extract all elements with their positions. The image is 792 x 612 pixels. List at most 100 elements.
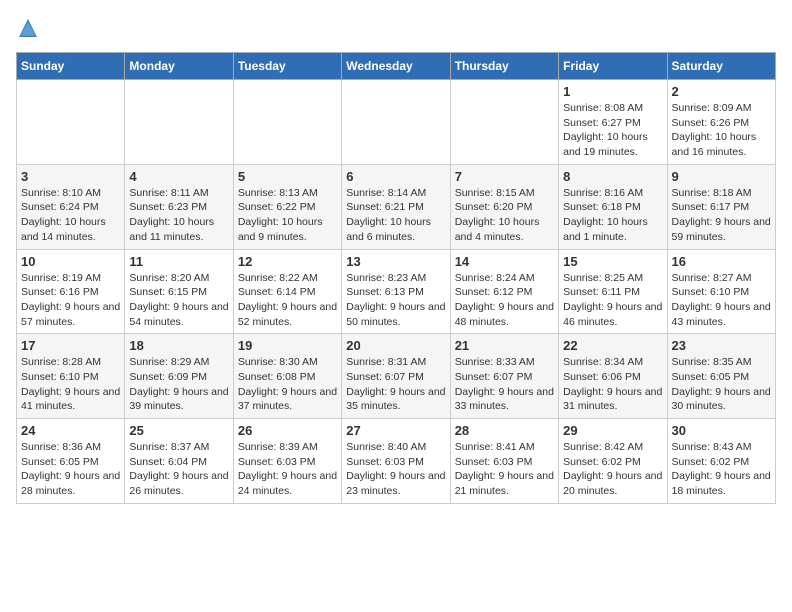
day-number: 25 <box>129 423 228 438</box>
day-number: 28 <box>455 423 554 438</box>
calendar-cell: 6 Sunrise: 8:14 AM Sunset: 6:21 PM Daylig… <box>342 164 450 249</box>
days-of-week-row: SundayMondayTuesdayWednesdayThursdayFrid… <box>17 53 776 80</box>
calendar-week-row: 3 Sunrise: 8:10 AM Sunset: 6:24 PM Daylig… <box>17 164 776 249</box>
calendar-cell: 18 Sunrise: 8:29 AM Sunset: 6:09 PM Dayli… <box>125 334 233 419</box>
calendar: SundayMondayTuesdayWednesdayThursdayFrid… <box>16 52 776 504</box>
day-info: Sunrise: 8:16 AM Sunset: 6:18 PM Dayligh… <box>563 186 662 245</box>
day-info: Sunrise: 8:28 AM Sunset: 6:10 PM Dayligh… <box>21 355 120 414</box>
dow-header: Thursday <box>450 53 558 80</box>
day-number: 22 <box>563 338 662 353</box>
calendar-cell: 11 Sunrise: 8:20 AM Sunset: 6:15 PM Dayli… <box>125 249 233 334</box>
day-info: Sunrise: 8:15 AM Sunset: 6:20 PM Dayligh… <box>455 186 554 245</box>
day-info: Sunrise: 8:37 AM Sunset: 6:04 PM Dayligh… <box>129 440 228 499</box>
day-number: 11 <box>129 254 228 269</box>
day-info: Sunrise: 8:33 AM Sunset: 6:07 PM Dayligh… <box>455 355 554 414</box>
calendar-cell <box>17 80 125 165</box>
day-info: Sunrise: 8:40 AM Sunset: 6:03 PM Dayligh… <box>346 440 445 499</box>
logo <box>16 16 44 40</box>
calendar-cell: 26 Sunrise: 8:39 AM Sunset: 6:03 PM Dayli… <box>233 419 341 504</box>
calendar-cell: 12 Sunrise: 8:22 AM Sunset: 6:14 PM Dayli… <box>233 249 341 334</box>
day-number: 23 <box>672 338 771 353</box>
calendar-cell: 22 Sunrise: 8:34 AM Sunset: 6:06 PM Dayli… <box>559 334 667 419</box>
dow-header: Tuesday <box>233 53 341 80</box>
day-info: Sunrise: 8:35 AM Sunset: 6:05 PM Dayligh… <box>672 355 771 414</box>
dow-header: Wednesday <box>342 53 450 80</box>
page-header <box>16 16 776 40</box>
day-number: 12 <box>238 254 337 269</box>
day-info: Sunrise: 8:34 AM Sunset: 6:06 PM Dayligh… <box>563 355 662 414</box>
calendar-cell: 1Sunrise: 8:08 AM Sunset: 6:27 PM Daylig… <box>559 80 667 165</box>
calendar-cell: 21 Sunrise: 8:33 AM Sunset: 6:07 PM Dayli… <box>450 334 558 419</box>
day-number: 7 <box>455 169 554 184</box>
calendar-cell <box>233 80 341 165</box>
day-info: Sunrise: 8:11 AM Sunset: 6:23 PM Dayligh… <box>129 186 228 245</box>
day-number: 8 <box>563 169 662 184</box>
calendar-cell: 10 Sunrise: 8:19 AM Sunset: 6:16 PM Dayli… <box>17 249 125 334</box>
calendar-cell <box>450 80 558 165</box>
day-info: Sunrise: 8:27 AM Sunset: 6:10 PM Dayligh… <box>672 271 771 330</box>
day-info: Sunrise: 8:13 AM Sunset: 6:22 PM Dayligh… <box>238 186 337 245</box>
day-info: Sunrise: 8:25 AM Sunset: 6:11 PM Dayligh… <box>563 271 662 330</box>
day-info: Sunrise: 8:30 AM Sunset: 6:08 PM Dayligh… <box>238 355 337 414</box>
day-number: 19 <box>238 338 337 353</box>
calendar-cell: 4 Sunrise: 8:11 AM Sunset: 6:23 PM Daylig… <box>125 164 233 249</box>
day-number: 26 <box>238 423 337 438</box>
calendar-cell: 9 Sunrise: 8:18 AM Sunset: 6:17 PM Daylig… <box>667 164 775 249</box>
day-number: 4 <box>129 169 228 184</box>
day-info: Sunrise: 8:14 AM Sunset: 6:21 PM Dayligh… <box>346 186 445 245</box>
calendar-cell: 2 Sunrise: 8:09 AM Sunset: 6:26 PM Daylig… <box>667 80 775 165</box>
calendar-cell: 16 Sunrise: 8:27 AM Sunset: 6:10 PM Dayli… <box>667 249 775 334</box>
calendar-cell: 8 Sunrise: 8:16 AM Sunset: 6:18 PM Daylig… <box>559 164 667 249</box>
day-info: Sunrise: 8:31 AM Sunset: 6:07 PM Dayligh… <box>346 355 445 414</box>
calendar-cell: 3 Sunrise: 8:10 AM Sunset: 6:24 PM Daylig… <box>17 164 125 249</box>
day-number: 15 <box>563 254 662 269</box>
day-number: 9 <box>672 169 771 184</box>
calendar-week-row: 10 Sunrise: 8:19 AM Sunset: 6:16 PM Dayli… <box>17 249 776 334</box>
logo-icon <box>16 16 40 40</box>
calendar-cell: 5Sunrise: 8:13 AM Sunset: 6:22 PM Daylig… <box>233 164 341 249</box>
day-info: Sunrise: 8:23 AM Sunset: 6:13 PM Dayligh… <box>346 271 445 330</box>
day-number: 3 <box>21 169 120 184</box>
day-info: Sunrise: 8:19 AM Sunset: 6:16 PM Dayligh… <box>21 271 120 330</box>
day-number: 10 <box>21 254 120 269</box>
calendar-body: 1Sunrise: 8:08 AM Sunset: 6:27 PM Daylig… <box>17 80 776 504</box>
calendar-cell: 13Sunrise: 8:23 AM Sunset: 6:13 PM Dayli… <box>342 249 450 334</box>
dow-header: Friday <box>559 53 667 80</box>
calendar-cell: 20 Sunrise: 8:31 AM Sunset: 6:07 PM Dayli… <box>342 334 450 419</box>
day-info: Sunrise: 8:42 AM Sunset: 6:02 PM Dayligh… <box>563 440 662 499</box>
day-info: Sunrise: 8:09 AM Sunset: 6:26 PM Dayligh… <box>672 101 771 160</box>
day-number: 21 <box>455 338 554 353</box>
day-info: Sunrise: 8:24 AM Sunset: 6:12 PM Dayligh… <box>455 271 554 330</box>
day-info: Sunrise: 8:39 AM Sunset: 6:03 PM Dayligh… <box>238 440 337 499</box>
day-number: 6 <box>346 169 445 184</box>
day-info: Sunrise: 8:18 AM Sunset: 6:17 PM Dayligh… <box>672 186 771 245</box>
day-info: Sunrise: 8:08 AM Sunset: 6:27 PM Dayligh… <box>563 101 662 160</box>
day-info: Sunrise: 8:22 AM Sunset: 6:14 PM Dayligh… <box>238 271 337 330</box>
day-info: Sunrise: 8:36 AM Sunset: 6:05 PM Dayligh… <box>21 440 120 499</box>
day-number: 30 <box>672 423 771 438</box>
day-number: 14 <box>455 254 554 269</box>
calendar-cell: 14 Sunrise: 8:24 AM Sunset: 6:12 PM Dayli… <box>450 249 558 334</box>
day-info: Sunrise: 8:43 AM Sunset: 6:02 PM Dayligh… <box>672 440 771 499</box>
calendar-cell <box>125 80 233 165</box>
calendar-cell: 28 Sunrise: 8:41 AM Sunset: 6:03 PM Dayli… <box>450 419 558 504</box>
calendar-week-row: 17 Sunrise: 8:28 AM Sunset: 6:10 PM Dayli… <box>17 334 776 419</box>
day-info: Sunrise: 8:20 AM Sunset: 6:15 PM Dayligh… <box>129 271 228 330</box>
day-info: Sunrise: 8:10 AM Sunset: 6:24 PM Dayligh… <box>21 186 120 245</box>
calendar-cell: 24Sunrise: 8:36 AM Sunset: 6:05 PM Dayli… <box>17 419 125 504</box>
calendar-cell <box>342 80 450 165</box>
dow-header: Saturday <box>667 53 775 80</box>
calendar-week-row: 1Sunrise: 8:08 AM Sunset: 6:27 PM Daylig… <box>17 80 776 165</box>
calendar-cell: 19 Sunrise: 8:30 AM Sunset: 6:08 PM Dayli… <box>233 334 341 419</box>
day-info: Sunrise: 8:41 AM Sunset: 6:03 PM Dayligh… <box>455 440 554 499</box>
day-number: 18 <box>129 338 228 353</box>
day-number: 20 <box>346 338 445 353</box>
day-number: 2 <box>672 84 771 99</box>
day-info: Sunrise: 8:29 AM Sunset: 6:09 PM Dayligh… <box>129 355 228 414</box>
day-number: 16 <box>672 254 771 269</box>
calendar-cell: 23 Sunrise: 8:35 AM Sunset: 6:05 PM Dayli… <box>667 334 775 419</box>
calendar-cell: 25 Sunrise: 8:37 AM Sunset: 6:04 PM Dayli… <box>125 419 233 504</box>
calendar-week-row: 24Sunrise: 8:36 AM Sunset: 6:05 PM Dayli… <box>17 419 776 504</box>
day-number: 17 <box>21 338 120 353</box>
calendar-cell: 29Sunrise: 8:42 AM Sunset: 6:02 PM Dayli… <box>559 419 667 504</box>
